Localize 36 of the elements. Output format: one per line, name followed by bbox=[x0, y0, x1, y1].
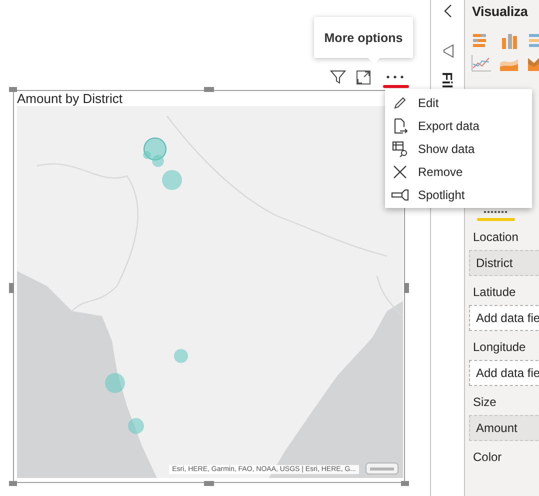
menu-item[interactable]: Remove bbox=[385, 160, 532, 183]
selected-tab-indicator bbox=[477, 218, 515, 221]
resize-handle[interactable] bbox=[9, 481, 17, 486]
resize-handle[interactable] bbox=[9, 87, 17, 92]
resize-handle[interactable] bbox=[9, 283, 14, 293]
menu-item[interactable]: Show data bbox=[385, 137, 532, 160]
field-well-label: Longitude bbox=[472, 339, 527, 356]
collapse-icon[interactable] bbox=[442, 4, 452, 18]
more-options-icon bbox=[385, 75, 405, 79]
visual-title: Amount by District bbox=[17, 91, 122, 106]
field-well-label: Size bbox=[472, 394, 498, 411]
menu-item[interactable]: Export data bbox=[385, 114, 532, 137]
fields-icon[interactable] bbox=[483, 209, 509, 215]
export-icon bbox=[392, 118, 408, 134]
field-well-label: Location bbox=[472, 229, 520, 246]
filter-icon[interactable] bbox=[330, 69, 346, 85]
resize-handle[interactable] bbox=[204, 87, 214, 92]
focus-mode-icon[interactable] bbox=[356, 70, 371, 84]
resize-handle[interactable] bbox=[204, 481, 214, 486]
resize-handle[interactable] bbox=[404, 283, 409, 293]
line-chart-icon[interactable] bbox=[471, 54, 491, 72]
menu-item[interactable]: Spotlight bbox=[385, 183, 532, 206]
pencil-icon bbox=[393, 96, 407, 110]
field-well[interactable]: District bbox=[469, 250, 539, 276]
column-chart-icon[interactable] bbox=[499, 32, 519, 50]
field-well[interactable]: Amount bbox=[469, 415, 539, 441]
field-well-label: Color bbox=[472, 449, 503, 466]
pane-title: Visualiza bbox=[471, 3, 529, 21]
menu-item[interactable]: Edit bbox=[385, 91, 532, 114]
megaphone-icon[interactable] bbox=[440, 44, 454, 58]
filters-pane-label[interactable]: Fil bbox=[440, 72, 456, 88]
close-icon bbox=[393, 164, 407, 178]
table-search-icon bbox=[392, 140, 408, 156]
field-well-label: Latitude bbox=[472, 284, 517, 301]
resize-handle[interactable] bbox=[401, 481, 409, 486]
flashlight-icon bbox=[391, 188, 409, 200]
